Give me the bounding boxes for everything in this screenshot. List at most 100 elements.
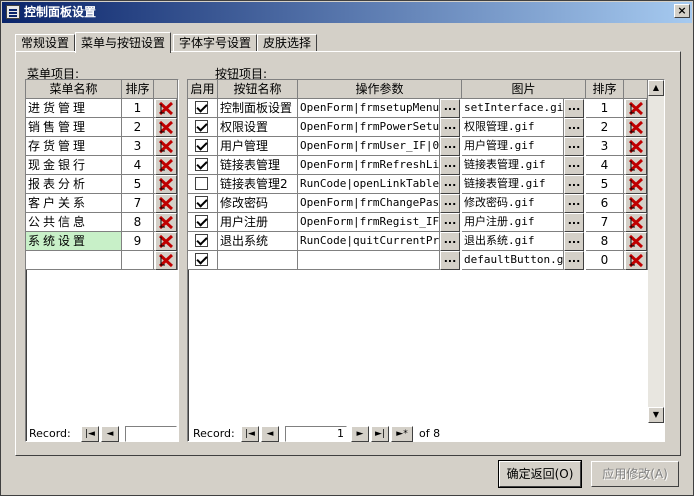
btn-action-cell[interactable]: OpenForm|frmUser_IF|0|| [298, 137, 440, 156]
btn-delete-button[interactable] [625, 175, 647, 194]
action-browse-button[interactable]: ... [440, 137, 460, 156]
scroll-down-button[interactable]: ▼ [648, 407, 664, 423]
btn-action-cell[interactable]: OpenForm|frmPowerSetup_ [298, 118, 440, 137]
menu-name-cell[interactable]: 存货管理 [26, 137, 122, 156]
menu-order-cell[interactable]: 3 [122, 137, 154, 156]
tab-skin[interactable]: 皮肤选择 [257, 34, 317, 52]
btn-order-cell[interactable]: 8 [586, 232, 624, 251]
btn-image-cell[interactable]: 退出系统.gif [462, 232, 564, 251]
image-browse-button[interactable]: ... [564, 156, 584, 175]
btn-name-cell[interactable]: 退出系统 [218, 232, 298, 251]
menu-order-cell[interactable] [122, 251, 154, 270]
apply-changes-button[interactable]: 应用修改(A) [591, 461, 679, 487]
btn-image-cell[interactable]: 用户管理.gif [462, 137, 564, 156]
btn-name-cell[interactable]: 链接表管理 [218, 156, 298, 175]
menu-delete-button[interactable] [155, 232, 177, 251]
menu-name-cell[interactable]: 销售管理 [26, 118, 122, 137]
btn-prev-record-button[interactable]: ◄ [261, 426, 279, 442]
enabled-checkbox[interactable] [195, 158, 208, 171]
menu-order-cell[interactable]: 5 [122, 175, 154, 194]
menu-record-number-input[interactable] [125, 426, 177, 442]
btn-order-cell[interactable]: 3 [586, 137, 624, 156]
tab-general[interactable]: 常规设置 [15, 34, 75, 52]
btn-first-record-button[interactable]: |◄ [241, 426, 259, 442]
btn-record-number-input[interactable]: 1 [285, 426, 347, 442]
menu-order-cell[interactable]: 7 [122, 194, 154, 213]
btn-action-cell[interactable]: OpenForm|frmsetupMenu_I [298, 99, 440, 118]
btn-action-cell[interactable]: RunCode|quitCurrentProj [298, 232, 440, 251]
btn-order-cell[interactable]: 0 [586, 251, 624, 270]
scroll-up-button[interactable]: ▲ [648, 80, 664, 96]
image-browse-button[interactable]: ... [564, 175, 584, 194]
tab-font-size[interactable]: 字体字号设置 [173, 34, 257, 52]
btn-image-cell[interactable]: 用户注册.gif [462, 213, 564, 232]
enabled-checkbox[interactable] [195, 196, 208, 209]
btn-action-cell[interactable]: OpenForm|frmRefreshLink [298, 156, 440, 175]
btn-action-cell[interactable]: RunCode|openLinkTablesM [298, 175, 440, 194]
btn-name-cell[interactable] [218, 251, 298, 270]
btn-image-cell[interactable]: 链接表管理.gif [462, 156, 564, 175]
btn-name-cell[interactable]: 权限设置 [218, 118, 298, 137]
action-browse-button[interactable]: ... [440, 251, 460, 270]
menu-first-record-button[interactable]: |◄ [81, 426, 99, 442]
menu-name-cell[interactable]: 报表分析 [26, 175, 122, 194]
image-browse-button[interactable]: ... [564, 232, 584, 251]
image-browse-button[interactable]: ... [564, 118, 584, 137]
action-browse-button[interactable]: ... [440, 232, 460, 251]
image-browse-button[interactable]: ... [564, 213, 584, 232]
menu-order-cell[interactable]: 9 [122, 232, 154, 251]
action-browse-button[interactable]: ... [440, 213, 460, 232]
menu-delete-button[interactable] [155, 118, 177, 137]
btn-image-cell[interactable]: 链接表管理.gif [462, 175, 564, 194]
action-browse-button[interactable]: ... [440, 194, 460, 213]
image-browse-button[interactable]: ... [564, 137, 584, 156]
menu-delete-button[interactable] [155, 137, 177, 156]
btn-action-cell[interactable]: OpenForm|frmChangePassw [298, 194, 440, 213]
ok-return-button[interactable]: 确定返回(O) [498, 460, 582, 488]
menu-name-cell[interactable]: 客户关系 [26, 194, 122, 213]
menu-prev-record-button[interactable]: ◄ [101, 426, 119, 442]
btn-image-cell[interactable]: setInterface.gif [462, 99, 564, 118]
menu-order-cell[interactable]: 2 [122, 118, 154, 137]
btn-delete-button[interactable] [625, 118, 647, 137]
close-button[interactable]: × [674, 4, 690, 18]
btn-name-cell[interactable]: 用户注册 [218, 213, 298, 232]
action-browse-button[interactable]: ... [440, 99, 460, 118]
vertical-scrollbar[interactable]: ▲ ▼ [648, 80, 664, 423]
menu-name-cell[interactable]: 公共信息 [26, 213, 122, 232]
menu-name-cell[interactable]: 现金银行 [26, 156, 122, 175]
menu-delete-button[interactable] [155, 175, 177, 194]
enabled-checkbox[interactable] [195, 101, 208, 114]
btn-delete-button[interactable] [625, 137, 647, 156]
btn-delete-button[interactable] [625, 251, 647, 270]
menu-name-cell[interactable]: 进货管理 [26, 99, 122, 118]
btn-order-cell[interactable]: 4 [586, 156, 624, 175]
image-browse-button[interactable]: ... [564, 99, 584, 118]
btn-new-record-button[interactable]: ►* [391, 426, 413, 442]
enabled-checkbox[interactable] [195, 215, 208, 228]
menu-delete-button[interactable] [155, 156, 177, 175]
btn-action-cell[interactable] [298, 251, 440, 270]
btn-order-cell[interactable]: 6 [586, 194, 624, 213]
btn-name-cell[interactable]: 用户管理 [218, 137, 298, 156]
btn-delete-button[interactable] [625, 194, 647, 213]
btn-image-cell[interactable]: 修改密码.gif [462, 194, 564, 213]
btn-image-cell[interactable]: defaultButton.gi [462, 251, 564, 270]
btn-name-cell[interactable]: 控制面板设置 [218, 99, 298, 118]
enabled-checkbox[interactable] [195, 253, 208, 266]
enabled-checkbox[interactable] [195, 177, 208, 190]
btn-delete-button[interactable] [625, 213, 647, 232]
image-browse-button[interactable]: ... [564, 251, 584, 270]
btn-delete-button[interactable] [625, 156, 647, 175]
btn-order-cell[interactable]: 5 [586, 175, 624, 194]
menu-delete-button[interactable] [155, 99, 177, 118]
btn-action-cell[interactable]: OpenForm|frmRegist_IF|0 [298, 213, 440, 232]
action-browse-button[interactable]: ... [440, 156, 460, 175]
enabled-checkbox[interactable] [195, 234, 208, 247]
btn-delete-button[interactable] [625, 99, 647, 118]
btn-last-record-button[interactable]: ►| [371, 426, 389, 442]
btn-delete-button[interactable] [625, 232, 647, 251]
enabled-checkbox[interactable] [195, 139, 208, 152]
image-browse-button[interactable]: ... [564, 194, 584, 213]
action-browse-button[interactable]: ... [440, 175, 460, 194]
